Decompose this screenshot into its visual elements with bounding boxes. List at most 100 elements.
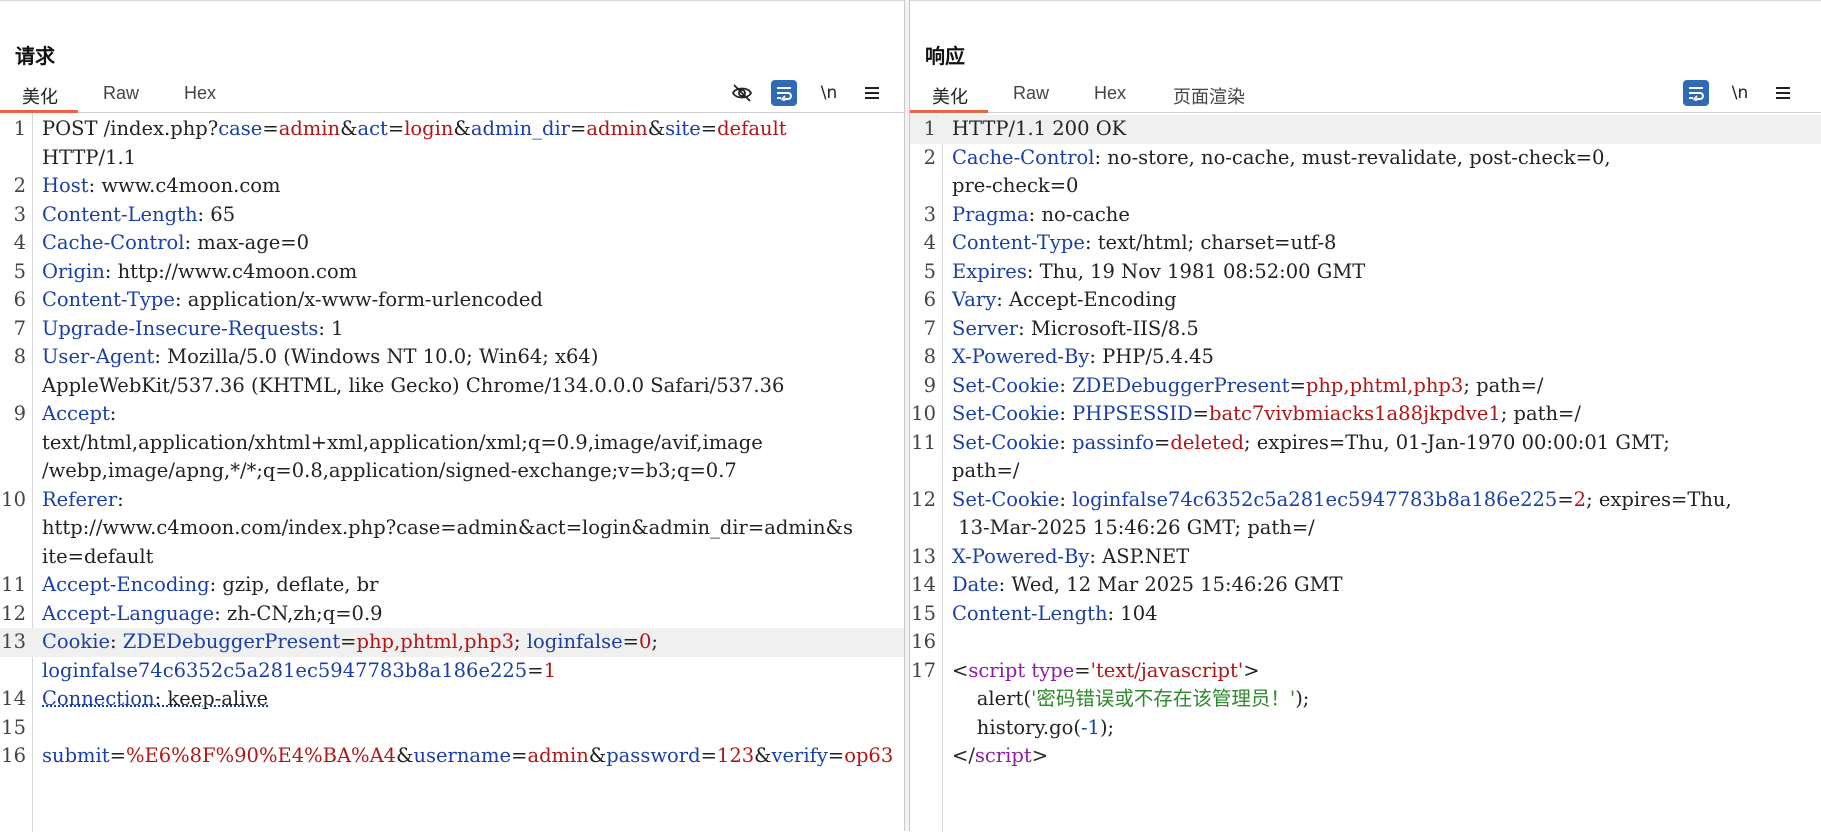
code-token: password [606, 744, 700, 767]
response-title: 响应 [925, 40, 965, 69]
code-token: : keep-alive [155, 687, 268, 710]
wrap-lines-icon[interactable] [771, 80, 797, 106]
request-tab-raw[interactable]: Raw [103, 83, 139, 112]
code-line: 11 Set-Cookie: passinfo=deleted; expires=… [910, 429, 1821, 458]
line-number: 10 [910, 400, 936, 429]
code-token: Accept-Encoding [42, 573, 210, 596]
code-line: 16 [910, 628, 1821, 657]
code-token: = [828, 744, 844, 767]
code-token: default [717, 117, 787, 140]
code-token: = [1154, 431, 1170, 454]
code-token: history.go( [952, 716, 1081, 739]
request-editor[interactable]: 1 POST /index.php?case=admin&act=login&ad… [0, 113, 904, 832]
newline-toggle-icon[interactable]: \n [815, 79, 843, 107]
code-token: op63 [844, 744, 893, 767]
code-token: Host [42, 174, 89, 197]
line-text: Date: Wed, 12 Mar 2025 15:46:26 GMT [936, 571, 1821, 600]
code-token: Set-Cookie [952, 374, 1059, 397]
code-line: 13 Cookie: ZDEDebuggerPresent=php,phtml,p… [0, 628, 904, 657]
code-token: ; expires=Thu, [1586, 488, 1732, 511]
code-token: : text/html; charset=utf-8 [1085, 231, 1337, 254]
code-token: loginfalse [527, 630, 623, 653]
code-line: 6 Vary: Accept-Encoding [910, 286, 1821, 315]
response-tab-hex[interactable]: Hex [1094, 83, 1126, 112]
line-number [0, 372, 26, 401]
response-tabs: 美化 Raw Hex 页面渲染 \n [910, 77, 1821, 113]
code-line: 10 Set-Cookie: PHPSESSID=batc7vivbmiacks1… [910, 400, 1821, 429]
code-token: Upgrade-Insecure-Requests [42, 317, 318, 340]
hamburger-menu-icon[interactable] [858, 79, 886, 107]
code-token: ZDEDebuggerPresent [1072, 374, 1289, 397]
line-text: Accept: [26, 400, 904, 429]
line-number [0, 429, 26, 458]
line-text: Content-Type: text/html; charset=utf-8 [936, 229, 1821, 258]
line-number [0, 657, 26, 686]
code-token: Set-Cookie [952, 431, 1059, 454]
code-token: batc7vivbmiacks1a88jkpdve1 [1209, 402, 1501, 425]
request-tabs: 美化 Raw Hex \n [0, 77, 904, 113]
line-number [910, 172, 936, 201]
wrap-lines-icon[interactable] [1683, 80, 1709, 106]
code-token: Cache-Control [42, 231, 185, 254]
code-line: 17 <script type='text/javascript'> [910, 657, 1821, 686]
code-token: X-Powered-By [952, 545, 1089, 568]
line-text: Cache-Control: no-store, no-cache, must-… [936, 144, 1821, 173]
code-token: : Wed, 12 Mar 2025 15:46:26 GMT [999, 573, 1343, 596]
code-token: http://www.c4moon.com/index.php?case=adm… [42, 516, 853, 539]
code-token: : no-store, no-cache, must-revalidate, p… [1095, 146, 1611, 169]
code-token: script [968, 659, 1025, 682]
line-text: Content-Type: application/x-www-form-url… [26, 286, 904, 315]
response-tab-render[interactable]: 页面渲染 [1173, 83, 1245, 112]
code-token: %E6%8F%90%E4%BA%A4 [126, 744, 396, 767]
request-tab-hex[interactable]: Hex [184, 83, 216, 112]
code-token: '密码错误或不存在该管理员！' [1031, 687, 1295, 710]
code-token: ); [1100, 716, 1114, 739]
code-token: loginfalse74c6352c5a281ec5947783b8a186e2… [1072, 488, 1557, 511]
code-token: php,phtml,php3 [357, 630, 514, 653]
code-line: 10 Referer: [0, 486, 904, 515]
code-token: : [1059, 488, 1072, 511]
line-text: Set-Cookie: PHPSESSID=batc7vivbmiacks1a8… [936, 400, 1821, 429]
code-token: Content-Type [42, 288, 175, 311]
code-line: 3 Content-Length: 65 [0, 201, 904, 230]
code-token: 'text/javascript' [1091, 659, 1244, 682]
line-text: </script> [936, 742, 1821, 771]
code-token: & [340, 117, 357, 140]
code-line: 5 Expires: Thu, 19 Nov 1981 08:52:00 GMT [910, 258, 1821, 287]
code-token: text/html,application/xhtml+xml,applicat… [42, 431, 763, 454]
hamburger-menu-icon[interactable] [1769, 79, 1797, 107]
response-editor[interactable]: 1 HTTP/1.1 200 OK 2 Cache-Control: no-store… [910, 113, 1821, 832]
request-code[interactable]: 1 POST /index.php?case=admin&act=login&ad… [0, 115, 904, 771]
code-token: Referer [42, 488, 117, 511]
code-token: /webp,image/apng,*/*;q=0.8,application/s… [42, 459, 737, 482]
line-text: history.go(-1); [936, 714, 1821, 743]
code-token: script [975, 744, 1032, 767]
line-text: Origin: http://www.c4moon.com [26, 258, 904, 287]
line-text: http://www.c4moon.com/index.php?case=adm… [26, 514, 904, 543]
line-number: 14 [910, 571, 936, 600]
code-token: login [404, 117, 453, 140]
request-tab-pretty[interactable]: 美化 [22, 83, 58, 112]
code-line: 15 [0, 714, 904, 743]
code-token: ite=default [42, 545, 153, 568]
response-code[interactable]: 1 HTTP/1.1 200 OK 2 Cache-Control: no-store… [910, 115, 1821, 771]
response-tab-pretty[interactable]: 美化 [932, 83, 968, 112]
code-line: 9 Accept: [0, 400, 904, 429]
code-line: 11 Accept-Encoding: gzip, deflate, br [0, 571, 904, 600]
newline-toggle-icon[interactable]: \n [1726, 79, 1754, 107]
code-token: = [388, 117, 404, 140]
line-number [0, 514, 26, 543]
response-tab-raw[interactable]: Raw [1013, 83, 1049, 112]
code-token: = [1290, 374, 1306, 397]
line-number: 4 [0, 229, 26, 258]
line-text: X-Powered-By: PHP/5.4.45 [936, 343, 1821, 372]
line-number: 12 [0, 600, 26, 629]
line-number: 9 [0, 400, 26, 429]
code-line: 2 Host: www.c4moon.com [0, 172, 904, 201]
line-text [26, 714, 904, 743]
code-token: 2 [1574, 488, 1586, 511]
eye-slash-icon[interactable] [728, 79, 756, 107]
code-token: deleted [1170, 431, 1244, 454]
code-token: Set-Cookie [952, 488, 1059, 511]
code-token: = [340, 630, 356, 653]
